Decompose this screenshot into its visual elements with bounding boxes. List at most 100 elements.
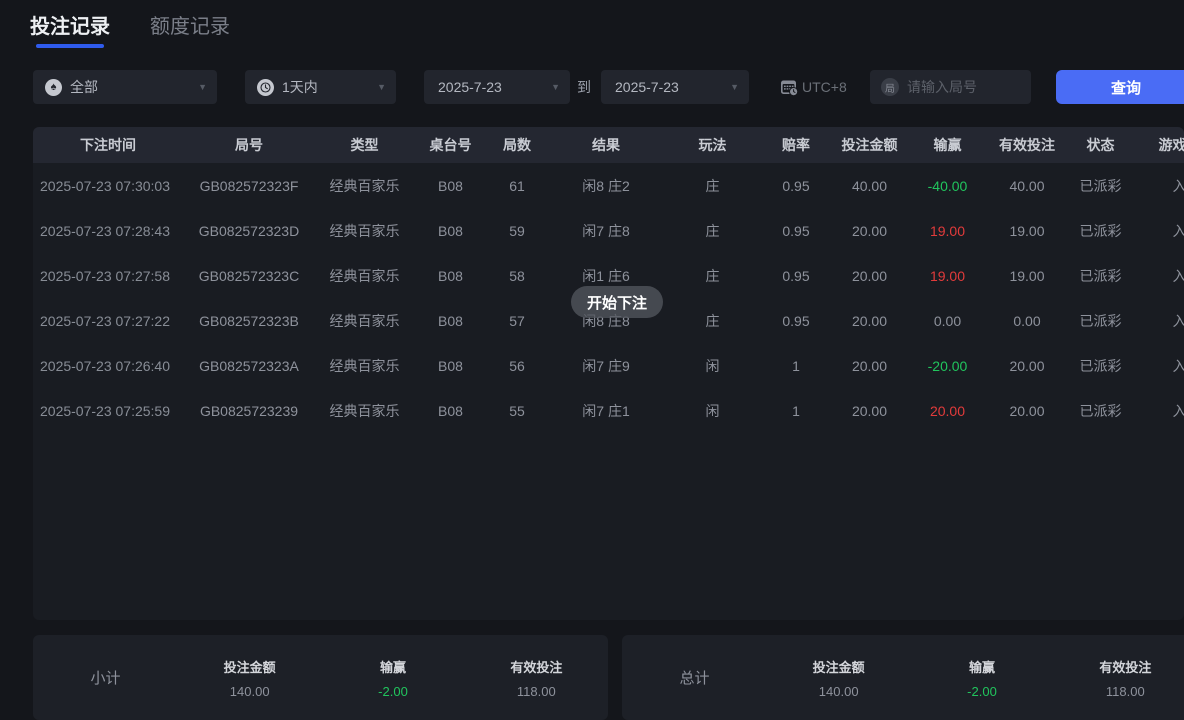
subtotal-valid: 有效投注 118.00: [465, 657, 608, 699]
cell-winloss: 0.00: [907, 298, 988, 343]
cell-mode: 入座: [1135, 388, 1184, 433]
cell-round: 57: [487, 298, 547, 343]
column-header: 玩法: [665, 127, 760, 163]
search-placeholder: 请输入局号: [907, 77, 977, 97]
total-winloss: 输赢 -2.00: [910, 657, 1053, 699]
table-row[interactable]: 2025-07-23 07:30:03GB082572323F经典百家乐B086…: [33, 163, 1184, 208]
cell-result: 闲7 庄8: [547, 208, 665, 253]
stat-value: -2.00: [910, 684, 1053, 699]
cell-play: 庄: [665, 298, 760, 343]
cell-valid: 40.00: [988, 163, 1066, 208]
cell-valid: 19.00: [988, 208, 1066, 253]
start-betting-toast: 开始下注: [571, 286, 663, 318]
chevron-down-icon: ▼: [198, 82, 207, 92]
cell-type: 经典百家乐: [315, 163, 414, 208]
cell-mode: 入座: [1135, 298, 1184, 343]
cell-table_no: B08: [414, 388, 487, 433]
table-header-row: 下注时间局号类型桌台号局数结果玩法赔率投注金额输赢有效投注状态游戏模式: [33, 127, 1184, 163]
betting-records-page: { "tabs": [ { "label": "投注记录", "active":…: [0, 0, 1184, 712]
column-header: 状态: [1066, 127, 1135, 163]
cell-type: 经典百家乐: [315, 253, 414, 298]
cell-mode: 入座: [1135, 253, 1184, 298]
cell-round: 56: [487, 343, 547, 388]
cell-status: 已派彩: [1066, 163, 1135, 208]
tab-quota-records[interactable]: 额度记录: [150, 10, 230, 48]
cell-table_no: B08: [414, 208, 487, 253]
cell-bet: 20.00: [832, 388, 907, 433]
query-button[interactable]: 查询: [1056, 70, 1184, 104]
cell-odds: 0.95: [760, 208, 832, 253]
cell-odds: 1: [760, 343, 832, 388]
cell-round: 55: [487, 388, 547, 433]
cell-winloss: -40.00: [907, 163, 988, 208]
total-panel: 总计 投注金额 140.00 输赢 -2.00 有效投注 118.00: [622, 635, 1184, 720]
chevron-down-icon: ▼: [730, 82, 739, 92]
date-from-picker[interactable]: 2025-7-23 ▼: [424, 70, 570, 104]
total-bet: 投注金额 140.00: [767, 657, 910, 699]
cell-type: 经典百家乐: [315, 298, 414, 343]
cell-play: 闲: [665, 343, 760, 388]
date-to-label: 到: [577, 70, 591, 104]
subtotal-winloss: 输赢 -2.00: [321, 657, 464, 699]
cell-table_no: B08: [414, 253, 487, 298]
timezone-indicator[interactable]: UTC+8: [779, 70, 847, 104]
time-range-select[interactable]: 1天内 ▼: [245, 70, 396, 104]
cell-winloss: -20.00: [907, 343, 988, 388]
stat-title: 投注金额: [178, 657, 321, 676]
cell-mode: 入座: [1135, 163, 1184, 208]
stat-value: -2.00: [321, 684, 464, 699]
column-header: 投注金额: [832, 127, 907, 163]
cell-bet: 20.00: [832, 208, 907, 253]
column-header: 局号: [183, 127, 315, 163]
stat-value: 118.00: [1054, 684, 1184, 699]
cell-mode: 入座: [1135, 208, 1184, 253]
column-header: 输赢: [907, 127, 988, 163]
table-row[interactable]: 2025-07-23 07:26:40GB082572323A经典百家乐B085…: [33, 343, 1184, 388]
cell-bet: 20.00: [832, 343, 907, 388]
cell-status: 已派彩: [1066, 253, 1135, 298]
stat-value: 140.00: [767, 684, 910, 699]
cell-time: 2025-07-23 07:27:22: [33, 298, 183, 343]
cell-bet: 20.00: [832, 253, 907, 298]
date-from-value: 2025-7-23: [438, 79, 502, 95]
cell-play: 庄: [665, 208, 760, 253]
cell-valid: 20.00: [988, 388, 1066, 433]
search-input[interactable]: 局 请输入局号: [870, 70, 1031, 104]
table-row[interactable]: 2025-07-23 07:28:43GB082572323D经典百家乐B085…: [33, 208, 1184, 253]
cell-time: 2025-07-23 07:26:40: [33, 343, 183, 388]
cell-game_id: GB082572323F: [183, 163, 315, 208]
cell-status: 已派彩: [1066, 343, 1135, 388]
cell-valid: 20.00: [988, 343, 1066, 388]
chevron-down-icon: ▼: [377, 82, 386, 92]
cell-result: 闲7 庄1: [547, 388, 665, 433]
chevron-down-icon: ▼: [551, 82, 560, 92]
stat-value: 118.00: [465, 684, 608, 699]
game-type-select[interactable]: ♠ 全部 ▼: [33, 70, 217, 104]
stat-title: 有效投注: [465, 657, 608, 676]
cell-winloss: 19.00: [907, 253, 988, 298]
cell-play: 庄: [665, 163, 760, 208]
cell-play: 庄: [665, 253, 760, 298]
stat-title: 输赢: [321, 657, 464, 676]
column-header: 下注时间: [33, 127, 183, 163]
timezone-value: UTC+8: [802, 79, 847, 95]
cell-type: 经典百家乐: [315, 388, 414, 433]
cell-type: 经典百家乐: [315, 208, 414, 253]
top-tabs: 投注记录 额度记录: [30, 10, 230, 48]
cell-game_id: GB082572323B: [183, 298, 315, 343]
spade-icon: ♠: [45, 79, 62, 96]
table-row[interactable]: 2025-07-23 07:25:59GB0825723239经典百家乐B085…: [33, 388, 1184, 433]
stat-value: 140.00: [178, 684, 321, 699]
cell-status: 已派彩: [1066, 298, 1135, 343]
subtotal-bet: 投注金额 140.00: [178, 657, 321, 699]
column-header: 桌台号: [414, 127, 487, 163]
cell-time: 2025-07-23 07:27:58: [33, 253, 183, 298]
date-to-picker[interactable]: 2025-7-23 ▼: [601, 70, 749, 104]
column-header: 类型: [315, 127, 414, 163]
cell-table_no: B08: [414, 163, 487, 208]
cell-status: 已派彩: [1066, 208, 1135, 253]
cell-game_id: GB082572323A: [183, 343, 315, 388]
game-type-value: 全部: [70, 77, 98, 97]
clock-icon: [257, 79, 274, 96]
tab-betting-records[interactable]: 投注记录: [30, 10, 110, 48]
